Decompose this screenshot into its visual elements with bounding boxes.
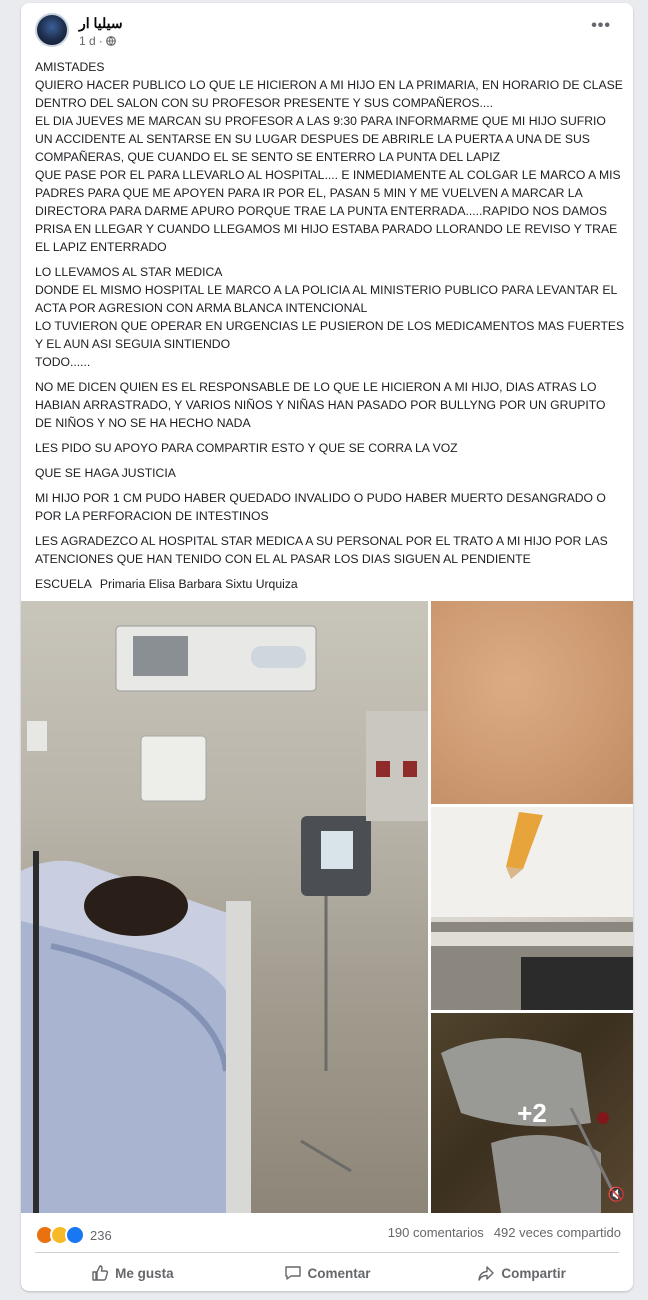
hospital-scene-illustration — [21, 625, 428, 1213]
like-button[interactable]: Me gusta — [35, 1255, 230, 1291]
mute-icon[interactable]: 🔇 — [608, 1186, 625, 1203]
more-photos-overlay[interactable]: +2 — [431, 1013, 633, 1213]
avatar[interactable] — [35, 13, 69, 47]
post-header: سيليا ار 1 d · ••• — [35, 13, 619, 51]
post-paragraph: QUE SE HAGA JUSTICIA — [35, 466, 176, 480]
pencil-illustration — [431, 807, 633, 1010]
post-paragraph: AMISTADES QUIERO HACER PUBLICO LO QUE LE… — [35, 60, 623, 254]
reaction-count[interactable]: 236 — [90, 1228, 112, 1243]
photo-surgery[interactable]: +2 🔇 — [431, 1013, 633, 1213]
photo-hospital-bed[interactable] — [21, 601, 428, 1213]
post-body: AMISTADES QUIERO HACER PUBLICO LO QUE LE… — [35, 58, 625, 600]
school-line: ESCUELA Primaria Elisa Barbara Sixtu Urq… — [35, 575, 625, 593]
divider — [35, 1252, 619, 1253]
post-paragraph: MI HIJO POR 1 CM PUDO HABER QUEDADO INVA… — [35, 491, 606, 523]
comment-icon — [284, 1266, 301, 1280]
school-name: Primaria Elisa Barbara Sixtu Urquiza — [99, 577, 298, 591]
shares-count[interactable]: 492 veces compartido — [494, 1225, 621, 1240]
share-icon — [478, 1266, 495, 1281]
post-paragraph: LES AGRADEZCO AL HOSPITAL STAR MEDICA A … — [35, 534, 608, 566]
photo-skin-closeup[interactable] — [431, 601, 633, 804]
like-label: Me gusta — [115, 1265, 174, 1281]
like-reaction-icon — [65, 1225, 85, 1245]
post-stats: 236 190 comentarios 492 veces compartido — [35, 1221, 621, 1249]
author-name[interactable]: سيليا ار — [79, 15, 123, 32]
photo-pencil-tip[interactable] — [431, 807, 633, 1010]
globe-icon — [105, 36, 116, 46]
school-label: ESCUELA — [35, 577, 92, 591]
comment-label: Comentar — [307, 1265, 371, 1281]
post-card: سيليا ار 1 d · ••• AMISTADES QUIERO HACE… — [21, 3, 633, 1291]
post-paragraph: LO LLEVAMOS AL STAR MEDICA DONDE EL MISM… — [35, 265, 625, 369]
action-bar: Me gusta Comentar Compartir — [35, 1255, 619, 1291]
thumbs-up-icon — [92, 1265, 109, 1281]
reactions-summary[interactable]: 236 — [35, 1225, 112, 1245]
share-label: Compartir — [501, 1265, 566, 1281]
post-meta: 1 d · — [79, 34, 116, 48]
more-options-button[interactable]: ••• — [591, 17, 611, 35]
post-paragraph: LES PIDO SU APOYO PARA COMPARTIR ESTO Y … — [35, 441, 458, 455]
post-paragraph: NO ME DICEN QUIEN ES EL RESPONSABLE DE L… — [35, 380, 606, 430]
engagement-counts: 190 comentarios 492 veces compartido — [388, 1225, 621, 1240]
photo-grid: +2 🔇 — [21, 601, 633, 1213]
comments-count[interactable]: 190 comentarios — [388, 1225, 484, 1240]
share-button[interactable]: Compartir — [424, 1255, 619, 1291]
comment-button[interactable]: Comentar — [230, 1255, 425, 1291]
post-time[interactable]: 1 d — [79, 34, 96, 48]
